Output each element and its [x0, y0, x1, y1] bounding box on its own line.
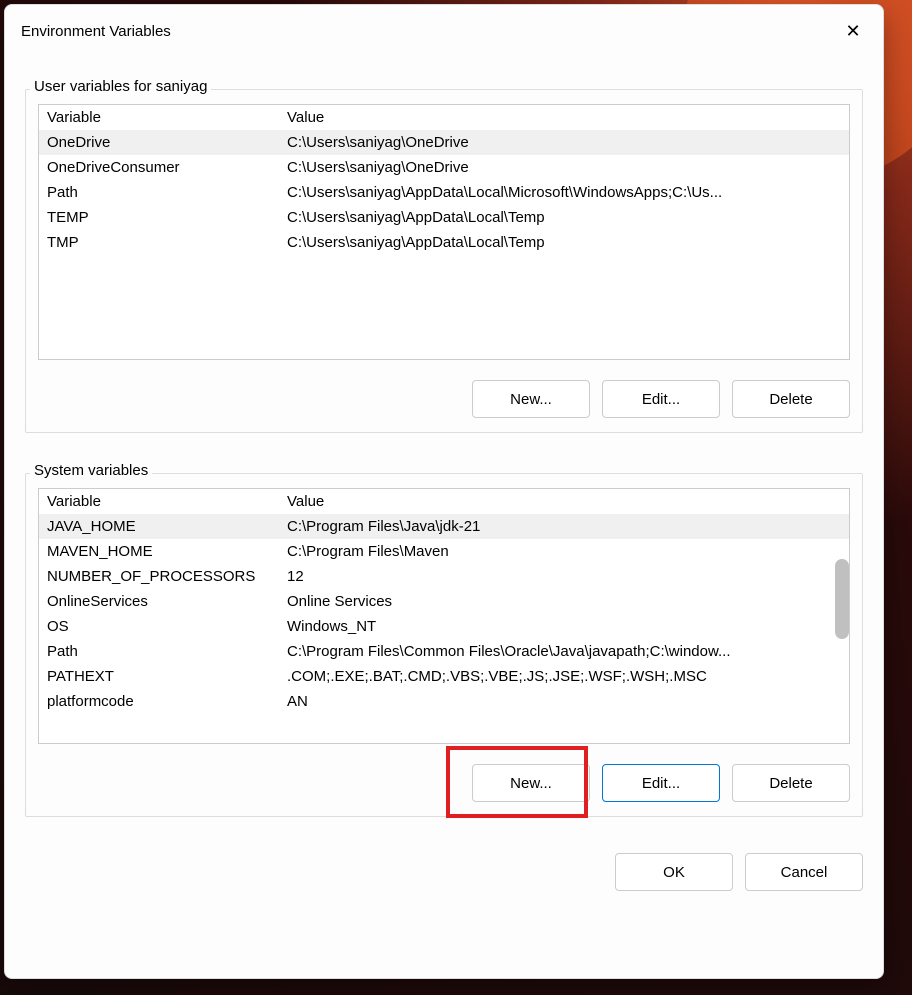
system-button-row: New... Edit... Delete: [38, 764, 850, 802]
dialog-button-row: OK Cancel: [25, 853, 863, 891]
variable-value-cell: C:\Program Files\Common Files\Oracle\Jav…: [279, 639, 849, 664]
user-edit-button[interactable]: Edit...: [602, 380, 720, 418]
user-button-row: New... Edit... Delete: [38, 380, 850, 418]
column-header-variable[interactable]: Variable: [39, 489, 279, 514]
environment-variables-dialog: Environment Variables ✕ User variables f…: [4, 4, 884, 979]
variable-name-cell: MAVEN_HOME: [39, 539, 279, 564]
system-edit-button[interactable]: Edit...: [602, 764, 720, 802]
table-row[interactable]: NUMBER_OF_PROCESSORS12: [39, 564, 849, 589]
table-row[interactable]: OneDriveC:\Users\saniyag\OneDrive: [39, 130, 849, 155]
system-delete-button[interactable]: Delete: [732, 764, 850, 802]
cancel-button[interactable]: Cancel: [745, 853, 863, 891]
variable-name-cell: Path: [39, 180, 279, 205]
title-bar: Environment Variables ✕: [5, 5, 883, 53]
close-icon[interactable]: ✕: [839, 17, 867, 45]
variable-value-cell: C:\Program Files\Maven: [279, 539, 849, 564]
table-row[interactable]: OnlineServicesOnline Services: [39, 589, 849, 614]
variable-name-cell: JAVA_HOME: [39, 514, 279, 539]
variable-name-cell: OnlineServices: [39, 589, 279, 614]
user-variables-table-container[interactable]: Variable Value OneDriveC:\Users\saniyag\…: [38, 104, 850, 360]
variable-name-cell: platformcode: [39, 689, 279, 714]
variable-name-cell: OneDriveConsumer: [39, 155, 279, 180]
table-row[interactable]: TMPC:\Users\saniyag\AppData\Local\Temp: [39, 230, 849, 255]
table-row[interactable]: TEMPC:\Users\saniyag\AppData\Local\Temp: [39, 205, 849, 230]
variable-value-cell: .COM;.EXE;.BAT;.CMD;.VBS;.VBE;.JS;.JSE;.…: [279, 664, 849, 689]
variable-value-cell: Windows_NT: [279, 614, 849, 639]
table-row[interactable]: PATHEXT.COM;.EXE;.BAT;.CMD;.VBS;.VBE;.JS…: [39, 664, 849, 689]
user-delete-button[interactable]: Delete: [732, 380, 850, 418]
user-variables-group: User variables for saniyag Variable Valu…: [25, 89, 863, 433]
variable-name-cell: PATHEXT: [39, 664, 279, 689]
variable-value-cell: C:\Users\saniyag\OneDrive: [279, 130, 849, 155]
table-row[interactable]: OSWindows_NT: [39, 614, 849, 639]
user-variables-label: User variables for saniyag: [30, 78, 211, 95]
system-variables-group: System variables Variable Value JAVA_HOM…: [25, 473, 863, 817]
user-variables-table: Variable Value OneDriveC:\Users\saniyag\…: [39, 105, 849, 255]
variable-name-cell: NUMBER_OF_PROCESSORS: [39, 564, 279, 589]
variable-value-cell: 12: [279, 564, 849, 589]
vertical-scrollbar[interactable]: [835, 559, 849, 639]
table-row[interactable]: MAVEN_HOMEC:\Program Files\Maven: [39, 539, 849, 564]
variable-value-cell: Online Services: [279, 589, 849, 614]
variable-value-cell: C:\Users\saniyag\OneDrive: [279, 155, 849, 180]
variable-value-cell: AN: [279, 689, 849, 714]
table-row[interactable]: platformcodeAN: [39, 689, 849, 714]
column-header-variable[interactable]: Variable: [39, 105, 279, 130]
system-variables-label: System variables: [30, 462, 152, 479]
dialog-title: Environment Variables: [21, 23, 171, 40]
variable-value-cell: C:\Users\saniyag\AppData\Local\Microsoft…: [279, 180, 849, 205]
column-header-value[interactable]: Value: [279, 489, 849, 514]
user-new-button[interactable]: New...: [472, 380, 590, 418]
variable-name-cell: TEMP: [39, 205, 279, 230]
variable-name-cell: OS: [39, 614, 279, 639]
table-row[interactable]: JAVA_HOMEC:\Program Files\Java\jdk-21: [39, 514, 849, 539]
variable-name-cell: TMP: [39, 230, 279, 255]
variable-value-cell: C:\Users\saniyag\AppData\Local\Temp: [279, 205, 849, 230]
system-new-button[interactable]: New...: [472, 764, 590, 802]
dialog-content: User variables for saniyag Variable Valu…: [5, 53, 883, 911]
variable-value-cell: C:\Users\saniyag\AppData\Local\Temp: [279, 230, 849, 255]
system-variables-table: Variable Value JAVA_HOMEC:\Program Files…: [39, 489, 849, 714]
table-row[interactable]: OneDriveConsumerC:\Users\saniyag\OneDriv…: [39, 155, 849, 180]
variable-value-cell: C:\Program Files\Java\jdk-21: [279, 514, 849, 539]
table-row[interactable]: PathC:\Users\saniyag\AppData\Local\Micro…: [39, 180, 849, 205]
column-header-value[interactable]: Value: [279, 105, 849, 130]
variable-name-cell: Path: [39, 639, 279, 664]
system-variables-table-container[interactable]: Variable Value JAVA_HOMEC:\Program Files…: [38, 488, 850, 744]
table-row[interactable]: PathC:\Program Files\Common Files\Oracle…: [39, 639, 849, 664]
ok-button[interactable]: OK: [615, 853, 733, 891]
variable-name-cell: OneDrive: [39, 130, 279, 155]
